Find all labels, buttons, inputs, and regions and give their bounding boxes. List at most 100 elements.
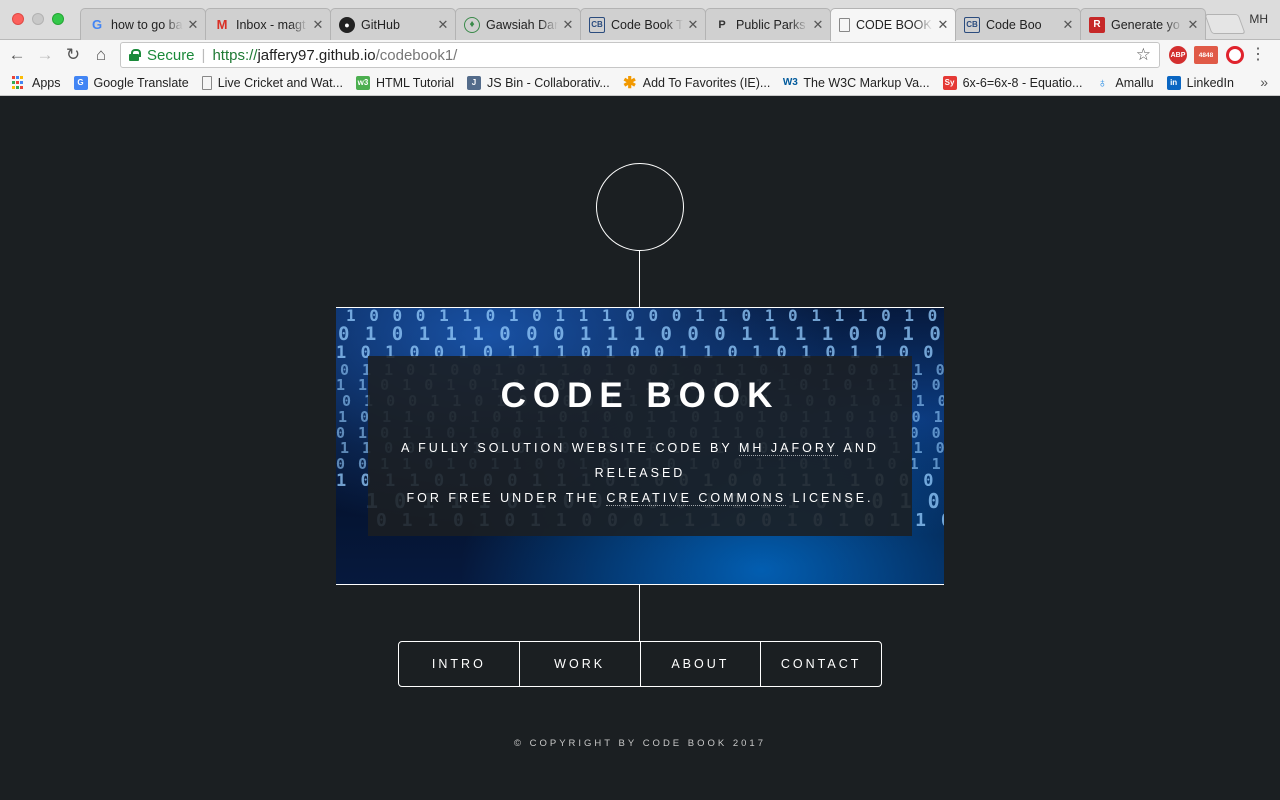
nav-about[interactable]: ABOUT: [639, 642, 761, 686]
bookmark-label: 6x-6=6x-8 - Equatio...: [962, 75, 1083, 90]
new-tab-button[interactable]: [1204, 14, 1246, 34]
w3c-icon: W3: [782, 77, 798, 88]
symbolab-icon: Sy: [942, 75, 957, 90]
bookmark-live-cricket[interactable]: Live Cricket and Wat...: [201, 75, 343, 90]
close-icon[interactable]: ✕: [562, 17, 574, 33]
tab-github[interactable]: ● GitHub ✕: [330, 8, 456, 40]
bookmark-label: Add To Favorites (IE)...: [642, 75, 771, 90]
google-icon: G: [91, 17, 103, 32]
tab-title: how to go ba: [111, 17, 183, 32]
codebook-page: 1 0 0 0 1 1 0 1 0 1 1 1 0 0 0 1 1 0 1 0 …: [0, 97, 1280, 800]
menu-icon[interactable]: ⋮: [1250, 45, 1266, 65]
nav-intro[interactable]: INTRO: [399, 642, 519, 686]
page-icon: [201, 75, 212, 90]
bookmark-label: Apps: [32, 75, 61, 90]
jsbin-icon: J: [467, 75, 482, 90]
close-icon[interactable]: ✕: [437, 17, 449, 33]
address-separator: |: [201, 46, 206, 64]
site-description: A FULLY SOLUTION WEBSITE CODE BY MH JAFO…: [368, 436, 912, 511]
parks-icon: P: [718, 18, 726, 31]
bookmark-label: LinkedIn: [1186, 75, 1234, 90]
secure-label: Secure: [147, 46, 195, 64]
url-host: jaffery97.github.io: [257, 46, 376, 64]
bookmarks-bar: Apps G Google Translate Live Cricket and…: [0, 70, 1280, 96]
tab-title: GitHub: [361, 17, 400, 32]
bookmark-amallu[interactable]: ♁ Amallu: [1095, 75, 1154, 90]
mail-checker-icon[interactable]: 4848: [1194, 46, 1218, 64]
bookmark-add-to-favorites[interactable]: ✱ Add To Favorites (IE)...: [623, 74, 771, 92]
forward-icon[interactable]: →: [34, 44, 56, 66]
profile-button[interactable]: MH: [1249, 12, 1268, 26]
home-icon[interactable]: ⌂: [90, 44, 112, 66]
r-icon: R: [1089, 16, 1105, 33]
author-link[interactable]: MH JAFORY: [738, 441, 838, 456]
bookmark-google-translate[interactable]: G Google Translate: [73, 75, 189, 90]
github-icon: ●: [339, 16, 355, 33]
tab-code-book-active[interactable]: CODE BOOK ✕: [830, 8, 956, 41]
document-icon: [839, 18, 850, 32]
reload-icon[interactable]: ↻: [62, 44, 84, 66]
nav-contact[interactable]: CONTACT: [760, 642, 881, 686]
gmail-icon: M: [216, 17, 228, 32]
tab-title: Gawsiah Dar: [486, 17, 558, 32]
mosque-icon: ♦: [464, 16, 480, 33]
logo-circle: [596, 163, 684, 251]
tab-title: Public Parks: [736, 17, 806, 32]
opera-icon[interactable]: [1226, 46, 1244, 64]
connector-line-top: [639, 251, 640, 307]
tab-inbox[interactable]: M Inbox - magt ✕: [205, 8, 331, 40]
tab-how-to-go-back[interactable]: G how to go ba ✕: [80, 8, 206, 40]
bookmark-label: JS Bin - Collaborativ...: [487, 75, 610, 90]
bookmark-label: Live Cricket and Wat...: [217, 75, 343, 90]
adblock-icon[interactable]: ABP: [1169, 46, 1187, 64]
amallu-icon: ♁: [1097, 75, 1108, 90]
tab-generate[interactable]: R Generate yo ✕: [1080, 8, 1206, 40]
tab-bar: G how to go ba ✕ M Inbox - magt ✕ ● GitH…: [0, 0, 1280, 41]
url-path: /codebook1/: [375, 46, 458, 64]
close-icon[interactable]: ✕: [1187, 17, 1199, 33]
bookmark-apps[interactable]: Apps: [12, 75, 61, 90]
window-minimize-button[interactable]: [32, 13, 44, 25]
url-scheme: https://: [212, 46, 258, 64]
bookmark-label: Amallu: [1115, 75, 1154, 90]
bookmark-symbolab[interactable]: Sy 6x-6=6x-8 - Equatio...: [942, 75, 1083, 90]
license-link[interactable]: CREATIVE COMMONS: [606, 491, 787, 506]
translate-icon: G: [73, 75, 88, 90]
bookmarks-overflow-icon[interactable]: »: [1260, 74, 1268, 90]
tab-gawsiah[interactable]: ♦ Gawsiah Dar ✕: [455, 8, 581, 40]
w3schools-icon: w3: [355, 75, 370, 90]
nav-work[interactable]: WORK: [518, 642, 640, 686]
browser-toolbar: ← → ↻ ⌂ Secure | https:// jaffery97.gith…: [0, 40, 1280, 70]
close-icon[interactable]: ✕: [687, 17, 699, 33]
tab-title: CODE BOOK: [856, 18, 932, 32]
copyright-footer: © COPYRIGHT BY CODE BOOK 2017: [513, 738, 767, 749]
close-icon[interactable]: ✕: [312, 17, 324, 33]
tab-title: Code Book T: [611, 17, 683, 32]
bookmark-w3c-validator[interactable]: W3 The W3C Markup Va...: [782, 76, 930, 90]
window-maximize-button[interactable]: [52, 13, 64, 25]
bookmark-jsbin[interactable]: J JS Bin - Collaborativ...: [467, 75, 610, 90]
description-text: FOR FREE UNDER THE: [406, 491, 607, 505]
tab-public-parks[interactable]: P Public Parks ✕: [705, 8, 831, 40]
window-close-button[interactable]: [12, 13, 24, 25]
close-icon[interactable]: ✕: [1062, 17, 1074, 33]
apps-icon: [12, 75, 26, 90]
back-icon[interactable]: ←: [6, 44, 28, 66]
star-burst-icon: ✱: [623, 74, 637, 92]
address-bar[interactable]: Secure | https:// jaffery97.github.io /c…: [120, 42, 1160, 68]
tab-code-book-t[interactable]: CB Code Book T ✕: [580, 8, 706, 40]
close-icon[interactable]: ✕: [812, 17, 824, 33]
bookmark-star-icon[interactable]: ☆: [1136, 45, 1151, 65]
site-title: CODE BOOK: [500, 376, 780, 415]
bookmark-linkedin[interactable]: in LinkedIn: [1166, 75, 1234, 90]
linkedin-icon: in: [1166, 75, 1181, 90]
close-icon[interactable]: ✕: [187, 17, 199, 33]
codebook-icon: CB: [589, 16, 605, 33]
bookmark-label: HTML Tutorial: [375, 75, 455, 90]
tab-code-boo[interactable]: CB Code Boo ✕: [955, 8, 1081, 40]
close-icon[interactable]: ✕: [937, 17, 949, 33]
tab-title: Inbox - magt: [236, 17, 306, 32]
bookmark-html-tutorial[interactable]: w3 HTML Tutorial: [355, 75, 455, 90]
lock-icon: [129, 49, 141, 61]
hero-overlay: CODE BOOK A FULLY SOLUTION WEBSITE CODE …: [368, 356, 912, 536]
